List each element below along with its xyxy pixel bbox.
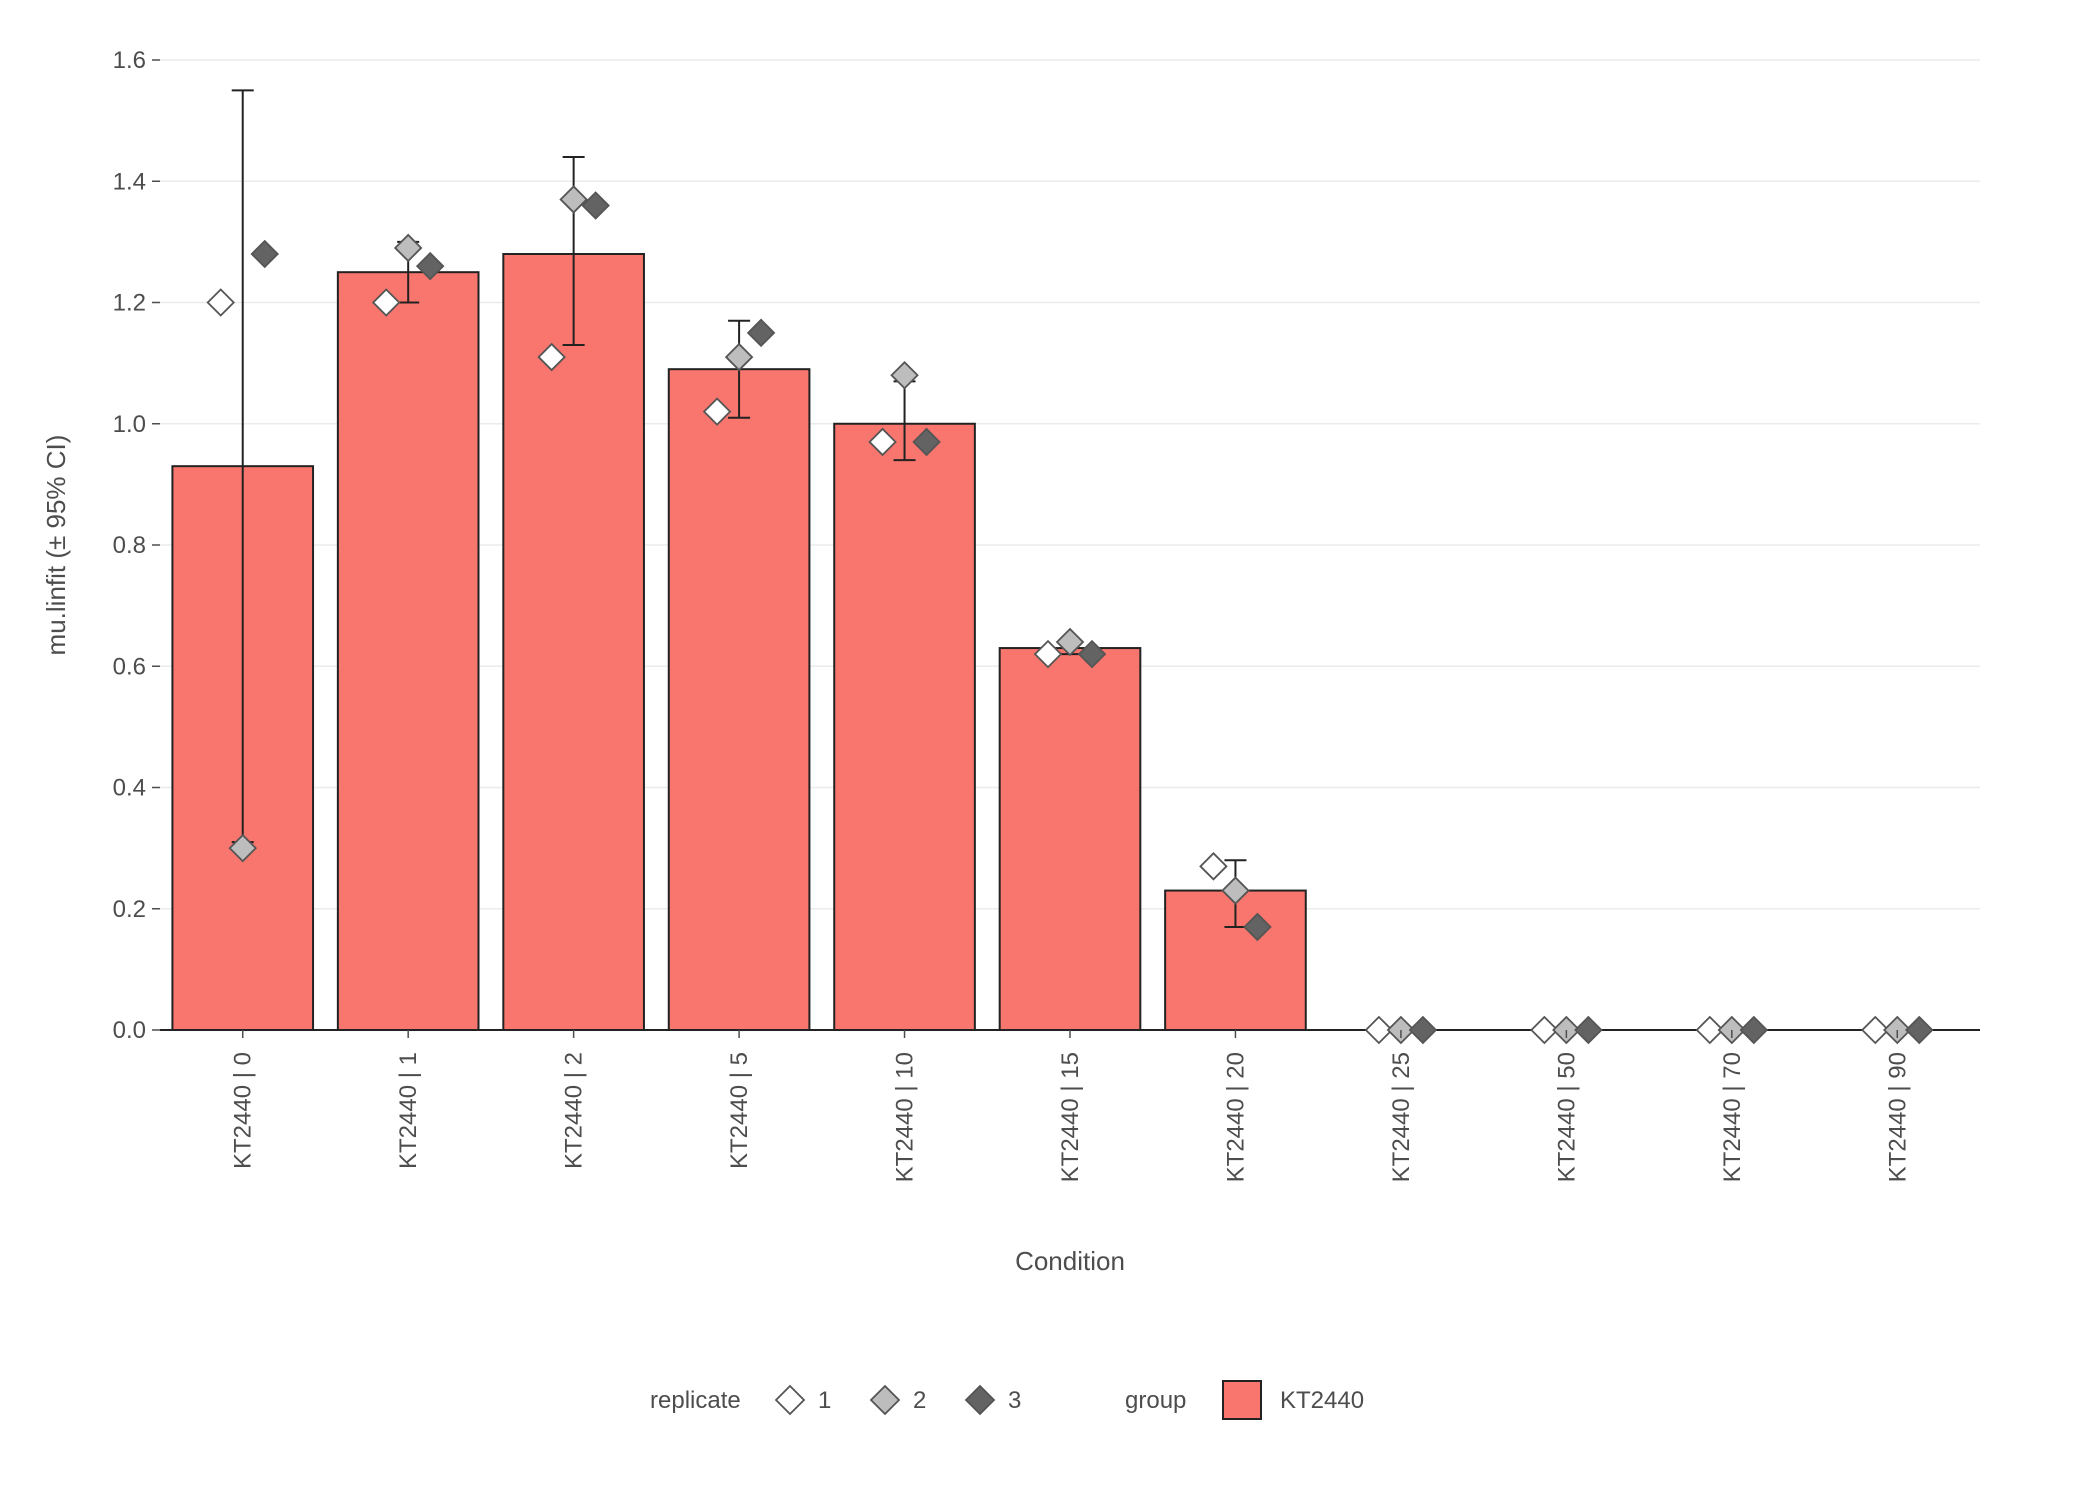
x-tick-label: KT2440 | 0 bbox=[230, 1052, 257, 1169]
bar bbox=[503, 254, 644, 1030]
legend-replicate-label: 2 bbox=[913, 1387, 926, 1414]
x-tick-label: KT2440 | 90 bbox=[1884, 1052, 1911, 1182]
x-tick-label: KT2440 | 5 bbox=[726, 1052, 753, 1169]
x-tick-label: KT2440 | 15 bbox=[1057, 1052, 1084, 1182]
y-tick-label: 1.0 bbox=[113, 411, 146, 438]
legend-diamond-icon bbox=[871, 1386, 899, 1414]
legend-group-swatch bbox=[1223, 1381, 1261, 1419]
bar bbox=[669, 369, 810, 1030]
bar bbox=[338, 272, 479, 1030]
legend-diamond-icon bbox=[776, 1386, 804, 1414]
legend-replicate-label: 3 bbox=[1008, 1387, 1021, 1414]
chart-svg: 0.0 0.2 0.4 0.6 0.8 1.0 1.2 1.4 1.6 KT2440 | 0 KT2… bbox=[0, 0, 2100, 1500]
legend-group-label: KT2440 bbox=[1280, 1387, 1364, 1414]
x-tick-label: KT2440 | 2 bbox=[561, 1052, 588, 1169]
y-tick-label: 1.4 bbox=[113, 168, 146, 195]
legend-replicate-label: 1 bbox=[818, 1387, 831, 1414]
y-tick-label: 1.2 bbox=[113, 290, 146, 317]
y-tick-label: 0.6 bbox=[113, 653, 146, 680]
y-tick-label: 0.0 bbox=[113, 1017, 146, 1044]
legend-diamond-icon bbox=[966, 1386, 994, 1414]
y-axis-title: mu.linfit (± 95% CI) bbox=[41, 435, 71, 656]
bar bbox=[1000, 648, 1141, 1030]
y-tick-label: 1.6 bbox=[113, 47, 146, 74]
x-tick-label: KT2440 | 10 bbox=[892, 1052, 919, 1182]
x-tick-label: KT2440 | 25 bbox=[1388, 1052, 1415, 1182]
x-tick-label: KT2440 | 20 bbox=[1222, 1052, 1249, 1182]
x-tick-label: KT2440 | 50 bbox=[1553, 1052, 1580, 1182]
x-tick-label: KT2440 | 70 bbox=[1719, 1052, 1746, 1182]
legend-replicate-title: replicate bbox=[650, 1387, 741, 1414]
bar bbox=[834, 424, 975, 1030]
y-tick-label: 0.8 bbox=[113, 532, 146, 559]
y-tick-label: 0.4 bbox=[113, 775, 146, 802]
legend-group-title: group bbox=[1125, 1387, 1186, 1414]
x-tick-label: KT2440 | 1 bbox=[395, 1052, 422, 1169]
x-axis-title: Condition bbox=[1015, 1246, 1125, 1276]
y-tick-label: 0.2 bbox=[113, 896, 146, 923]
chart-canvas: { "chart_data": { "type": "bar", "title"… bbox=[0, 0, 2100, 1500]
